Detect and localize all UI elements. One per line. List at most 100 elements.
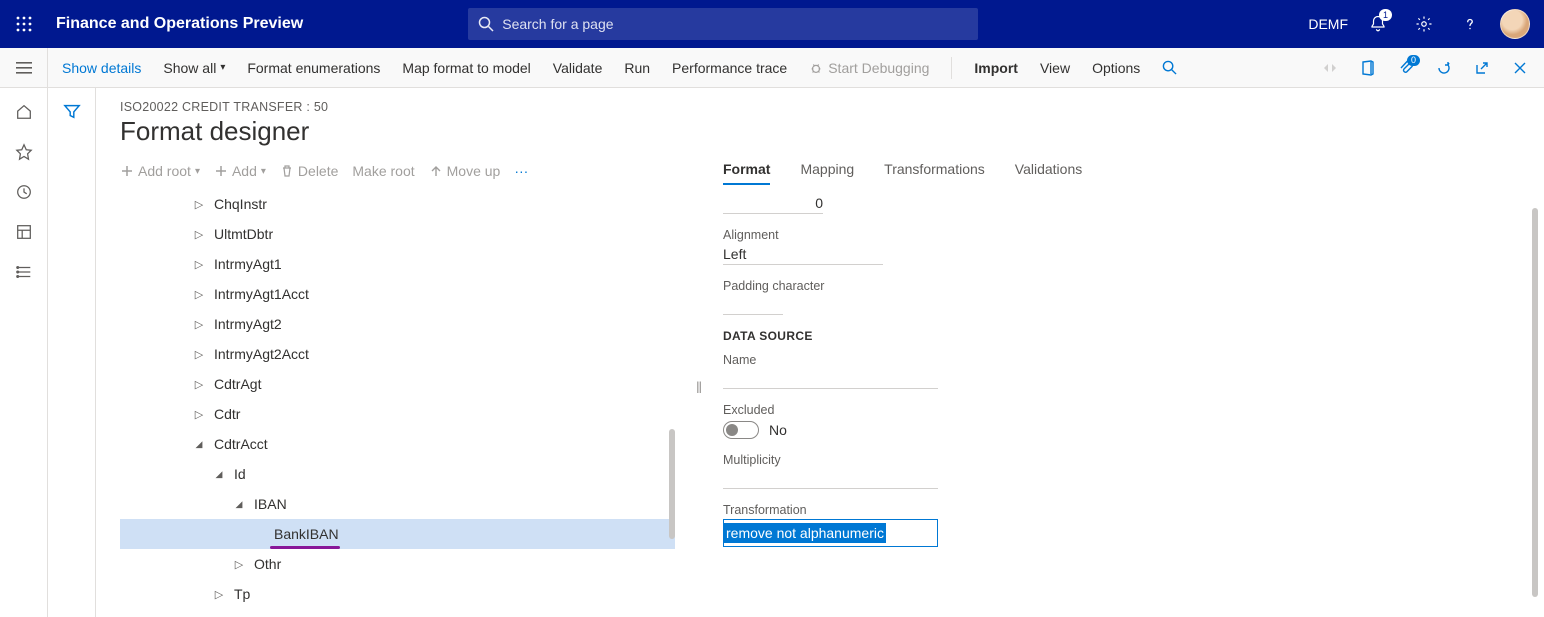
name-value[interactable] — [723, 369, 938, 389]
expander-closed-icon[interactable]: ▷ — [190, 228, 208, 241]
cmd-office-icon[interactable] — [1358, 58, 1378, 78]
expander-closed-icon[interactable]: ▷ — [210, 588, 228, 601]
splitter-handle[interactable]: ‖ — [695, 161, 703, 617]
page-title: Format designer — [120, 116, 1520, 147]
tree-node-label: CdtrAcct — [214, 436, 268, 452]
search-input[interactable] — [502, 16, 968, 32]
tree-node-label: IntrmyAgt2Acct — [214, 346, 309, 362]
more-actions-button[interactable]: ··· — [514, 163, 528, 179]
cmd-search-button[interactable] — [1162, 60, 1177, 75]
tree-node-label: IBAN — [254, 496, 287, 512]
cmd-collapse-icon[interactable] — [1320, 58, 1340, 78]
view-dropdown[interactable]: View — [1040, 60, 1070, 76]
home-icon[interactable] — [14, 102, 34, 122]
format-enumerations-button[interactable]: Format enumerations — [247, 60, 380, 76]
filter-rail[interactable] — [48, 88, 96, 617]
tree-node[interactable]: ▷ Othr — [120, 549, 675, 579]
app-launcher[interactable] — [0, 0, 48, 48]
favorites-icon[interactable] — [14, 142, 34, 162]
notifications-button[interactable]: 1 — [1362, 8, 1394, 40]
company-code[interactable]: DEMF — [1308, 16, 1348, 32]
format-tree[interactable]: ▷ChqInstr▷UltmtDbtr▷IntrmyAgt1▷IntrmyAgt… — [120, 189, 675, 617]
tree-node-label: IntrmyAgt2 — [214, 316, 282, 332]
tree-node[interactable]: ▷ ChqInstr — [120, 189, 675, 219]
expander-closed-icon[interactable]: ▷ — [190, 198, 208, 211]
expander-closed-icon[interactable]: ▷ — [190, 378, 208, 391]
excluded-value: No — [769, 422, 787, 438]
show-details-link[interactable]: Show details — [62, 60, 141, 76]
tree-node-label: Tp — [234, 586, 250, 602]
tree-node[interactable]: ◢ CdtrAcct — [120, 429, 675, 459]
cmd-attachments-icon[interactable]: 0 — [1396, 58, 1416, 78]
workspaces-icon[interactable] — [14, 222, 34, 242]
expander-closed-icon[interactable]: ▷ — [190, 348, 208, 361]
tab-validations[interactable]: Validations — [1015, 161, 1082, 185]
settings-button[interactable] — [1408, 8, 1440, 40]
tree-node[interactable]: ▷ Tp — [120, 579, 675, 609]
tree-node[interactable]: ▷ IntrmyAgt2 — [120, 309, 675, 339]
tab-mapping[interactable]: Mapping — [800, 161, 854, 185]
expander-open-icon[interactable]: ◢ — [190, 439, 208, 450]
tree-node[interactable]: ▷ IntrmyAgt2Acct — [120, 339, 675, 369]
map-format-button[interactable]: Map format to model — [402, 60, 530, 76]
detail-tabs: Format Mapping Transformations Validatio… — [723, 161, 1520, 185]
add-button[interactable]: Add▾ — [214, 163, 266, 179]
show-all-dropdown[interactable]: Show all▾ — [163, 60, 225, 76]
expander-closed-icon[interactable]: ▷ — [190, 288, 208, 301]
recent-icon[interactable] — [14, 182, 34, 202]
tree-node[interactable]: ▷UltmtDbtr — [120, 219, 675, 249]
expander-closed-icon[interactable]: ▷ — [190, 318, 208, 331]
tree-node[interactable]: ▷IntrmyAgt1 — [120, 249, 675, 279]
tree-node-label: Othr — [254, 556, 281, 572]
alignment-label: Alignment — [723, 228, 1490, 242]
expander-open-icon[interactable]: ◢ — [230, 499, 248, 510]
excluded-label: Excluded — [723, 403, 1490, 417]
options-dropdown[interactable]: Options — [1092, 60, 1140, 76]
tab-transformations[interactable]: Transformations — [884, 161, 985, 185]
start-debugging-button: Start Debugging — [809, 60, 929, 76]
run-button[interactable]: Run — [624, 60, 650, 76]
tree-node-label: ChqInstr — [214, 196, 267, 212]
filter-icon — [63, 102, 81, 120]
tree-node[interactable]: ◢Id — [120, 459, 675, 489]
padding-label: Padding character — [723, 279, 1490, 293]
tab-format[interactable]: Format — [723, 161, 770, 185]
performance-trace-button[interactable]: Performance trace — [672, 60, 787, 76]
modules-icon[interactable] — [14, 262, 34, 282]
expander-closed-icon[interactable]: ▷ — [190, 408, 208, 421]
left-navigation-rail — [0, 88, 48, 617]
cmd-close-icon[interactable] — [1510, 58, 1530, 78]
avatar[interactable] — [1500, 9, 1530, 39]
tree-scrollbar[interactable] — [669, 429, 675, 539]
cmd-refresh-icon[interactable] — [1434, 58, 1454, 78]
validate-button[interactable]: Validate — [553, 60, 603, 76]
search-icon — [478, 16, 494, 32]
move-up-button[interactable]: Move up — [429, 163, 501, 179]
expander-closed-icon[interactable]: ▷ — [230, 558, 248, 571]
alignment-value[interactable]: Left — [723, 244, 883, 265]
expander-closed-icon[interactable]: ▷ — [190, 258, 208, 271]
tree-node[interactable]: BankIBAN — [120, 519, 675, 549]
selection-underline — [270, 546, 340, 549]
import-button[interactable]: Import — [974, 60, 1018, 76]
multiplicity-value[interactable] — [723, 469, 938, 489]
help-button[interactable] — [1454, 8, 1486, 40]
tree-node[interactable]: ▷Cdtr — [120, 399, 675, 429]
tree-node[interactable]: ▷CdtrAgt — [120, 369, 675, 399]
transformation-input[interactable]: remove not alphanumeric — [723, 519, 938, 547]
delete-button[interactable]: Delete — [280, 163, 338, 179]
expander-open-icon[interactable]: ◢ — [210, 469, 228, 480]
search-box[interactable] — [468, 8, 978, 40]
excluded-toggle[interactable] — [723, 421, 759, 439]
tree-toolbar: Add root▾ Add▾ Delete Make root Move up … — [120, 161, 675, 189]
nav-toggle[interactable] — [0, 48, 48, 87]
tree-node[interactable]: ◢ IBAN — [120, 489, 675, 519]
page-scrollbar[interactable] — [1532, 208, 1538, 597]
add-root-button[interactable]: Add root▾ — [120, 163, 200, 179]
length-value[interactable]: 0 — [723, 193, 823, 214]
cmd-popout-icon[interactable] — [1472, 58, 1492, 78]
attachments-badge: 0 — [1407, 55, 1420, 66]
tree-node[interactable]: ▷IntrmyAgt1Acct — [120, 279, 675, 309]
padding-value[interactable] — [723, 295, 783, 315]
make-root-button[interactable]: Make root — [352, 163, 414, 179]
